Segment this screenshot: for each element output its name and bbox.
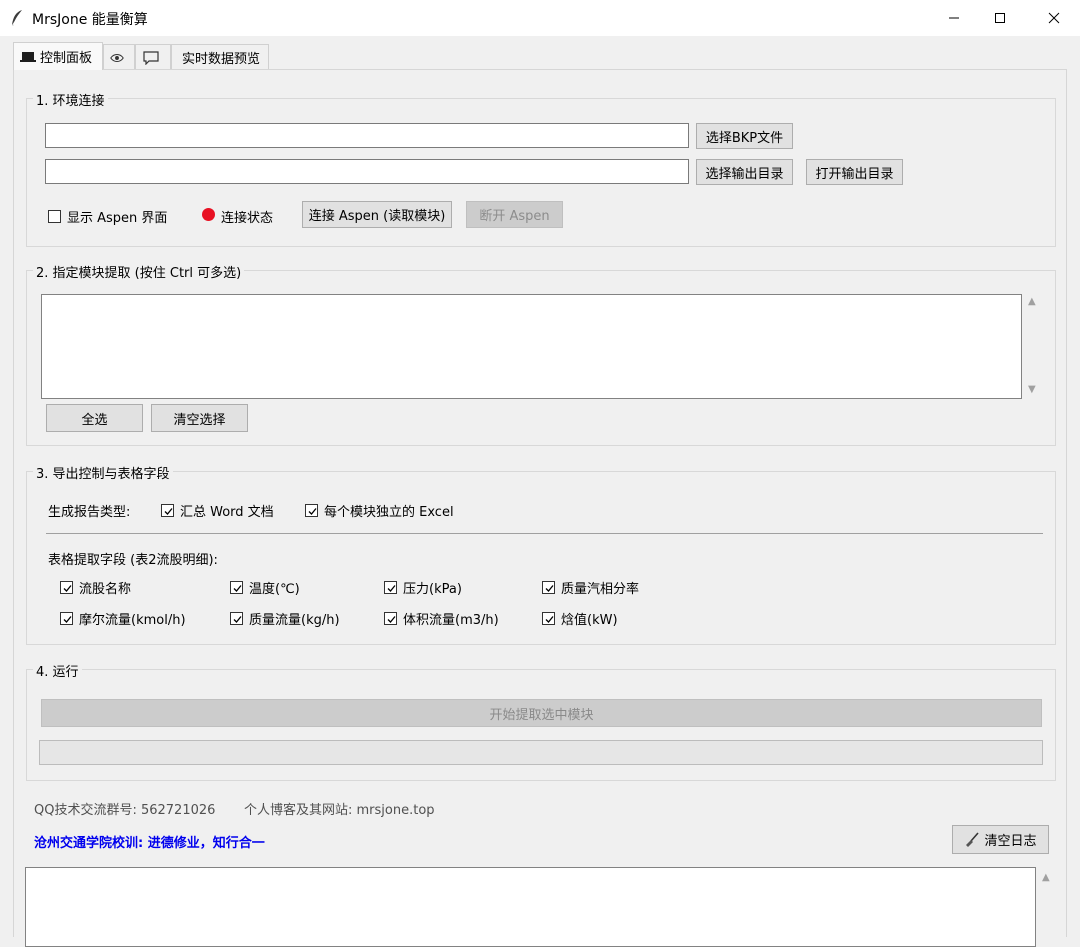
log-scroll-up-icon[interactable]: ▲ (1042, 872, 1050, 883)
eye-icon (110, 53, 124, 62)
checkmark-icon (545, 585, 554, 592)
scroll-up-icon[interactable]: ▲ (1028, 296, 1036, 307)
section-title: 2. 指定模块提取 (按住 Ctrl 可多选) (33, 262, 245, 281)
tab-chat[interactable] (135, 44, 171, 70)
title-bar: MrsJone 能量衡算 (0, 0, 1080, 36)
checkbox-box[interactable] (60, 612, 73, 625)
log-textbox[interactable] (25, 867, 1036, 947)
window-title: MrsJone 能量衡算 (32, 12, 148, 28)
select-bkp-button[interactable]: 选择BKP文件 (696, 123, 793, 149)
checkbox-box[interactable] (230, 581, 243, 594)
checkbox-label: 压力(kPa) (403, 582, 462, 597)
checkbox-label: 每个模块独立的 Excel (324, 505, 454, 520)
checkmark-icon (164, 508, 173, 515)
close-icon (1048, 12, 1060, 24)
tab-label: 实时数据预览 (182, 52, 261, 67)
checkmark-icon (387, 616, 396, 623)
scroll-down-icon[interactable]: ▼ (1028, 384, 1036, 395)
bkp-path-input[interactable] (45, 123, 689, 148)
field-checkbox-enthalpy[interactable]: 焓值(kW) (542, 609, 618, 628)
maximize-icon (995, 13, 1005, 23)
checkmark-icon (63, 585, 72, 592)
connect-aspen-button[interactable]: 连接 Aspen (读取模块) (302, 201, 452, 228)
checkbox-box[interactable] (542, 612, 555, 625)
checkbox-box[interactable] (305, 504, 318, 517)
progress-bar (39, 740, 1043, 765)
select-all-button[interactable]: 全选 (46, 404, 143, 432)
checkbox-box[interactable] (542, 581, 555, 594)
field-checkbox-vapor-fraction[interactable]: 质量汽相分率 (542, 578, 639, 597)
checkbox-box[interactable] (384, 612, 397, 625)
section-export-fields: 3. 导出控制与表格字段 生成报告类型: 汇总 Word 文档 每个模块独立的 … (26, 463, 1056, 645)
section-title: 4. 运行 (33, 661, 82, 680)
output-dir-input[interactable] (45, 159, 689, 184)
checkmark-icon (387, 585, 396, 592)
minimize-button[interactable] (931, 0, 977, 36)
checkbox-label: 体积流量(m3/h) (403, 613, 499, 628)
checkbox-box[interactable] (230, 612, 243, 625)
tab-live-preview[interactable]: 实时数据预览 (171, 44, 269, 70)
checkbox-label: 质量汽相分率 (561, 582, 640, 597)
module-listbox[interactable] (41, 294, 1022, 399)
separator (46, 533, 1043, 534)
checkbox-box[interactable] (384, 581, 397, 594)
qq-group-text: QQ技术交流群号: 562721026 (34, 803, 216, 818)
minimize-icon (949, 17, 959, 19)
checkbox-box[interactable] (161, 504, 174, 517)
excel-report-checkbox[interactable]: 每个模块独立的 Excel (305, 501, 454, 520)
feather-icon (10, 9, 24, 27)
checkmark-icon (308, 508, 317, 515)
section-module-select: 2. 指定模块提取 (按住 Ctrl 可多选) ▲ ▼ 全选 清空选择 (26, 262, 1056, 446)
status-indicator-icon (202, 208, 215, 221)
field-checkbox-stream-name[interactable]: 流股名称 (60, 578, 131, 597)
checkmark-icon (233, 585, 242, 592)
field-checkbox-temperature[interactable]: 温度(℃) (230, 578, 300, 597)
field-checkbox-mass-flow[interactable]: 质量流量(kg/h) (230, 609, 340, 628)
checkbox-box[interactable] (48, 210, 61, 223)
open-output-button[interactable]: 打开输出目录 (806, 159, 903, 185)
button-label: 清空日志 (984, 834, 1037, 849)
section-title: 1. 环境连接 (33, 90, 108, 109)
laptop-icon (20, 51, 36, 62)
website-text: 个人博客及其网站: mrsjone.top (244, 803, 435, 818)
field-checkbox-pressure[interactable]: 压力(kPa) (384, 578, 462, 597)
control-panel: 1. 环境连接 选择BKP文件 选择输出目录 打开输出目录 显示 Aspen 界… (13, 69, 1067, 947)
checkmark-icon (545, 616, 554, 623)
section-run: 4. 运行 开始提取选中模块 (26, 661, 1056, 781)
clear-log-button[interactable]: 清空日志 (952, 825, 1049, 854)
checkbox-label: 温度(℃) (249, 582, 300, 597)
word-report-checkbox[interactable]: 汇总 Word 文档 (161, 501, 274, 520)
section-title: 3. 导出控制与表格字段 (33, 463, 173, 482)
chat-bubble-icon (143, 50, 159, 65)
select-output-button[interactable]: 选择输出目录 (696, 159, 793, 185)
tab-label: 控制面板 (40, 51, 93, 66)
maximize-button[interactable] (977, 0, 1023, 36)
school-motto: 沧州交通学院校训: 进德修业，知行合一 (34, 836, 265, 851)
tab-eye[interactable] (103, 44, 135, 70)
checkbox-label: 焓值(kW) (561, 613, 618, 628)
disconnect-aspen-button[interactable]: 断开 Aspen (466, 201, 563, 228)
show-aspen-checkbox[interactable]: 显示 Aspen 界面 (48, 207, 167, 226)
start-extract-button[interactable]: 开始提取选中模块 (41, 699, 1042, 727)
checkbox-label: 汇总 Word 文档 (180, 505, 274, 520)
field-checkbox-molar-flow[interactable]: 摩尔流量(kmol/h) (60, 609, 186, 628)
tab-control-panel[interactable]: 控制面板 (13, 42, 103, 70)
status-label: 连接状态 (221, 211, 274, 226)
section-environment: 1. 环境连接 选择BKP文件 选择输出目录 打开输出目录 显示 Aspen 界… (26, 90, 1056, 247)
checkbox-label: 质量流量(kg/h) (249, 613, 340, 628)
broom-icon (966, 831, 980, 847)
checkbox-box[interactable] (60, 581, 73, 594)
checkmark-icon (63, 616, 72, 623)
close-button[interactable] (1031, 0, 1077, 36)
checkbox-label: 摩尔流量(kmol/h) (79, 613, 186, 628)
fields-label: 表格提取字段 (表2流股明细): (48, 553, 218, 568)
report-type-label: 生成报告类型: (48, 505, 131, 520)
checkmark-icon (233, 616, 242, 623)
checkbox-label: 显示 Aspen 界面 (67, 211, 168, 226)
checkbox-label: 流股名称 (79, 582, 132, 597)
clear-selection-button[interactable]: 清空选择 (151, 404, 248, 432)
field-checkbox-volume-flow[interactable]: 体积流量(m3/h) (384, 609, 499, 628)
